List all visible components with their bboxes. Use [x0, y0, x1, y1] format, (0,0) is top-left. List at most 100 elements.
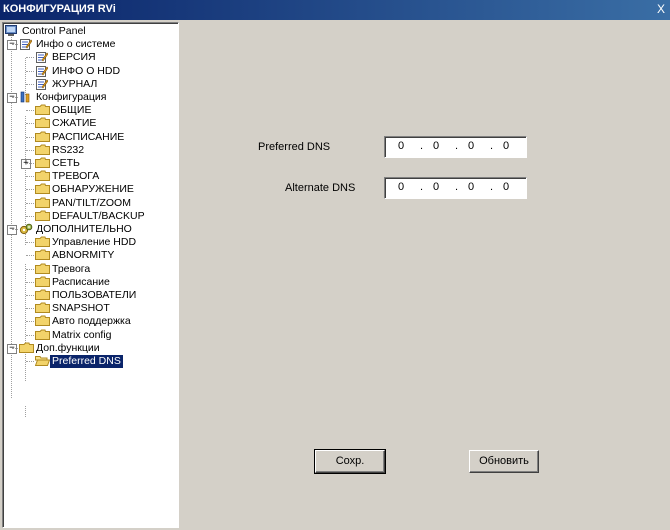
tree-connector [26, 295, 34, 296]
tree-item-label: РАСПИСАНИЕ [52, 130, 125, 143]
tree-item-label: RS232 [52, 143, 85, 156]
tree-connector [26, 242, 34, 244]
tree-item-label: Preferred DNS [50, 355, 123, 368]
tree-item-label: СЕТЬ [52, 157, 80, 169]
folder-icon [35, 249, 50, 261]
ip-separator: . [490, 140, 494, 152]
alternate-octet-3[interactable]: 0 [461, 181, 481, 193]
notepad-icon [35, 78, 49, 90]
folder-icon [35, 329, 50, 341]
tree-connector [12, 97, 18, 98]
preferred-octet-2[interactable]: 0 [426, 140, 446, 152]
preferred-octet-1[interactable]: 0 [391, 140, 411, 152]
tree-connector [26, 255, 34, 257]
folder-icon [35, 157, 50, 169]
folder-icon [35, 183, 50, 195]
config-window: КОНФИГУРАЦИЯ RVi X Control Panel Инфо о с… [0, 0, 670, 530]
tree-item-label: Инфо о системе [36, 38, 116, 51]
tree-item-label: PAN/TILT/ZOOM [52, 196, 131, 209]
tree-connector [26, 163, 34, 164]
tree-connector [26, 176, 34, 178]
alternate-octet-1[interactable]: 0 [391, 181, 411, 193]
tree-item-label: Доп.функции [36, 341, 100, 354]
save-button[interactable]: Сохр. [314, 449, 386, 474]
preferred-octet-3[interactable]: 0 [461, 140, 481, 152]
folder-icon [35, 131, 50, 143]
root-icon [5, 25, 19, 37]
refresh-button[interactable]: Обновить [469, 450, 539, 473]
tree-connector [26, 268, 34, 270]
folder-open-icon [34, 355, 51, 367]
tree-connector [26, 202, 34, 204]
folder-icon [35, 170, 50, 182]
tree-item-label: ОБНАРУЖЕНИЕ [52, 183, 134, 196]
folder-icon [35, 104, 50, 116]
notepad-icon [19, 38, 33, 51]
folder-icon [35, 315, 50, 327]
folder-icon [35, 144, 50, 156]
tools-icon [19, 91, 33, 103]
tree-connector [26, 110, 34, 112]
tree-connector [26, 136, 34, 138]
tree-connector [12, 229, 18, 230]
tree-item-label: Управление HDD [52, 236, 137, 249]
ip-separator: . [420, 140, 424, 152]
tree-connector [12, 347, 18, 349]
tree-item-label: Control Panel [22, 25, 86, 37]
collapse-icon[interactable]: − [7, 93, 17, 103]
tree-item-label: SNAPSHOT [52, 302, 110, 315]
folder-icon [35, 117, 50, 129]
ip-separator: . [455, 140, 459, 152]
preferred-octet-4[interactable]: 0 [496, 140, 516, 152]
alternate-dns-input[interactable]: 0 . 0 . 0 . 0 [384, 177, 527, 199]
collapse-icon[interactable]: − [7, 343, 17, 354]
tree-item-label: Авто поддержка [52, 315, 131, 328]
tree-connector [26, 281, 34, 283]
folder-icon [35, 236, 50, 248]
tree-item-label: Тревога [52, 262, 91, 275]
tree-item-label: ДОПОЛНИТЕЛЬНО [36, 223, 132, 235]
close-icon[interactable]: X [653, 1, 669, 17]
tree-item-label: ABNORMITY [52, 249, 115, 262]
tree-item-label: Matrix config [52, 328, 112, 341]
ip-separator: . [420, 181, 424, 193]
navigation-tree[interactable]: Control Panel Инфо о системе − ВЕРСИЯ ИНФО О… [2, 22, 179, 528]
preferred-dns-input[interactable]: 0 . 0 . 0 . 0 [384, 136, 527, 158]
notepad-icon [35, 65, 49, 77]
ip-separator: . [455, 181, 459, 193]
collapse-icon[interactable]: − [7, 225, 17, 235]
title-bar[interactable]: КОНФИГУРАЦИЯ RVi X [0, 0, 670, 20]
folder-icon [19, 342, 34, 354]
alternate-dns-label: Alternate DNS [285, 182, 356, 194]
tree-connector [26, 361, 34, 362]
dns-settings-panel: Preferred DNS 0 . 0 . 0 . 0 Alternate DN… [180, 22, 670, 530]
folder-icon [35, 289, 50, 301]
folder-icon [35, 263, 50, 275]
alternate-octet-4[interactable]: 0 [496, 181, 516, 193]
tree-connector [26, 215, 34, 217]
tree-connector [26, 83, 34, 85]
tree-connector [26, 189, 34, 191]
tree-item-label: DEFAULT/BACKUP [52, 209, 145, 222]
folder-icon [35, 302, 50, 314]
window-title: КОНФИГУРАЦИЯ RVi [3, 3, 116, 15]
tree-item-label: ОБЩИЕ [52, 104, 92, 117]
gears-icon [19, 223, 33, 235]
preferred-dns-label: Preferred DNS [258, 141, 331, 153]
tree-item-label: СЖАТИЕ [52, 117, 97, 130]
folder-icon [35, 276, 50, 288]
expand-icon[interactable]: + [21, 159, 31, 169]
collapse-icon[interactable]: − [7, 40, 17, 51]
alternate-octet-2[interactable]: 0 [426, 181, 446, 193]
tree-connector [26, 308, 34, 310]
tree-connector [26, 57, 34, 59]
folder-icon [35, 197, 50, 209]
tree-connector [26, 149, 34, 151]
tree-item-label: Расписание [52, 275, 110, 288]
tree-item-label: ПОЛЬЗОВАТЕЛИ [52, 289, 137, 301]
tree-item-label: ЖУРНАЛ [52, 77, 98, 90]
tree-item-label: ВЕРСИЯ [52, 51, 96, 64]
notepad-icon [35, 51, 49, 64]
tree-connector [26, 321, 34, 323]
folder-icon [35, 210, 50, 222]
